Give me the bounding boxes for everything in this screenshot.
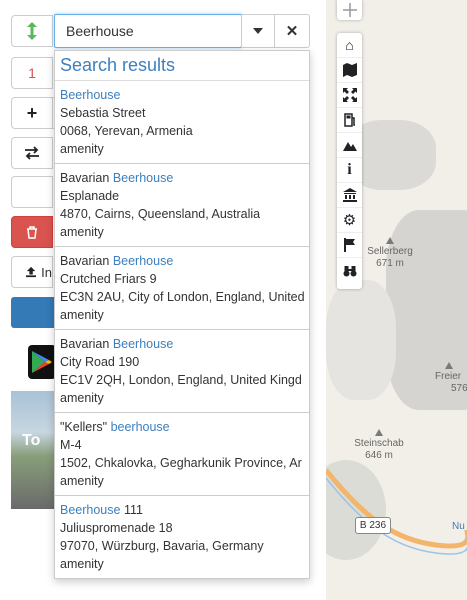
info-tool[interactable]: i [337, 158, 362, 183]
fullscreen-tool[interactable] [337, 83, 362, 108]
result-type: amenity [60, 308, 104, 322]
plus-icon: + [26, 102, 38, 123]
peak-label: Freier 576 [435, 362, 467, 395]
result-type: amenity [60, 474, 104, 488]
mountain-icon [342, 142, 357, 151]
result-street: Sebastia Street [60, 106, 146, 120]
result-address: 0068, Yerevan, Armenia [60, 124, 193, 138]
search-result-item[interactable]: Bavarian Beerhouse Crutched Friars 9 EC3… [55, 247, 309, 330]
result-street: Esplanade [60, 189, 120, 203]
terrain-tool[interactable] [337, 133, 362, 158]
result-name: Bavarian Beerhouse [60, 171, 174, 185]
result-address: EC3N 2AU, City of London, England, Unite… [60, 290, 305, 304]
result-street: M-4 [60, 438, 82, 452]
search-result-item[interactable]: Beerhouse Sebastia Street 0068, Yerevan,… [55, 81, 309, 164]
import-label: In [41, 264, 52, 280]
result-address: 97070, Würzburg, Bavaria, Germany [60, 539, 264, 553]
zoom-control[interactable] [337, 0, 362, 20]
vertical-arrows-icon [27, 22, 37, 40]
search-result-item[interactable]: Beerhouse 111 Juliuspromenade 18 97070, … [55, 496, 309, 578]
result-name: Beerhouse [60, 88, 121, 102]
waypoint-count: 1 [28, 65, 36, 81]
import-button[interactable]: In [11, 256, 53, 288]
promo-text: To [22, 432, 41, 449]
swap-arrows-icon [25, 146, 39, 160]
result-type: amenity [60, 557, 104, 571]
result-address: EC1V 2QH, London, England, United Kingd [60, 373, 302, 387]
result-street: City Road 190 [60, 355, 140, 369]
elevation-toggle-button[interactable] [11, 15, 53, 47]
peak-label: Steinschab 646 m [346, 429, 412, 462]
search-input[interactable] [54, 14, 242, 48]
binoculars-tool[interactable] [337, 258, 362, 283]
result-name: "Kellers" beerhouse [60, 420, 170, 434]
museum-icon [342, 188, 357, 202]
result-street: Crutched Friars 9 [60, 272, 157, 286]
road-label: B 236 [355, 517, 391, 534]
search-result-item[interactable]: Bavarian Beerhouse Esplanade 4870, Cairn… [55, 164, 309, 247]
delete-route-button[interactable] [11, 216, 53, 248]
fuel-tool[interactable] [337, 108, 362, 133]
fuel-pump-icon [343, 113, 355, 127]
search-dropdown-button[interactable] [241, 14, 275, 48]
result-name: Beerhouse 111 [60, 503, 143, 517]
home-tool[interactable]: ⌂ [337, 33, 362, 58]
clear-search-button[interactable]: ✕ [274, 14, 310, 48]
flag-icon [343, 238, 355, 252]
map-layers-tool[interactable] [337, 58, 362, 83]
search-result-item[interactable]: Bavarian Beerhouse City Road 190 EC1V 2Q… [55, 330, 309, 413]
river-label: Nu [452, 521, 465, 532]
waypoint-count-button[interactable]: 1 [11, 57, 53, 89]
trash-icon [27, 225, 37, 239]
binoculars-icon [343, 265, 356, 276]
map-icon [342, 63, 357, 77]
play-store-icon [32, 351, 52, 373]
result-type: amenity [60, 142, 104, 156]
add-waypoint-button[interactable]: + [11, 97, 53, 129]
result-type: amenity [60, 225, 104, 239]
settings-tool[interactable]: ⚙ [337, 208, 362, 233]
poi-tool[interactable] [337, 183, 362, 208]
gear-icon: ⚙ [342, 212, 357, 229]
promo-image[interactable] [11, 391, 54, 509]
google-play-badge[interactable] [28, 345, 56, 379]
flag-tool[interactable] [337, 233, 362, 258]
move-icon [342, 3, 357, 17]
peak-label: Sellerberg 671 m [360, 237, 420, 270]
fullscreen-icon [342, 88, 357, 102]
reverse-route-button[interactable] [11, 137, 53, 169]
result-address: 4870, Cairns, Queensland, Australia [60, 207, 261, 221]
search-results-dropdown: Search results Beerhouse Sebastia Street… [54, 50, 310, 579]
result-address: 1502, Chkalovka, Gegharkunik Province, A… [60, 456, 302, 470]
home-icon: ⌂ [345, 37, 354, 53]
upload-icon [26, 266, 37, 278]
close-icon: ✕ [285, 23, 299, 40]
results-title: Search results [55, 51, 309, 81]
blank-option-button[interactable] [11, 176, 53, 208]
result-street: Juliuspromenade 18 [60, 521, 173, 535]
caret-down-icon [253, 28, 263, 34]
search-result-item[interactable]: "Kellers" beerhouse M-4 1502, Chkalovka,… [55, 413, 309, 496]
result-type: amenity [60, 391, 104, 405]
info-icon: i [347, 161, 352, 178]
map-toolbar: ⌂ i ⚙ [337, 33, 362, 289]
result-name: Bavarian Beerhouse [60, 337, 174, 351]
result-name: Bavarian Beerhouse [60, 254, 174, 268]
